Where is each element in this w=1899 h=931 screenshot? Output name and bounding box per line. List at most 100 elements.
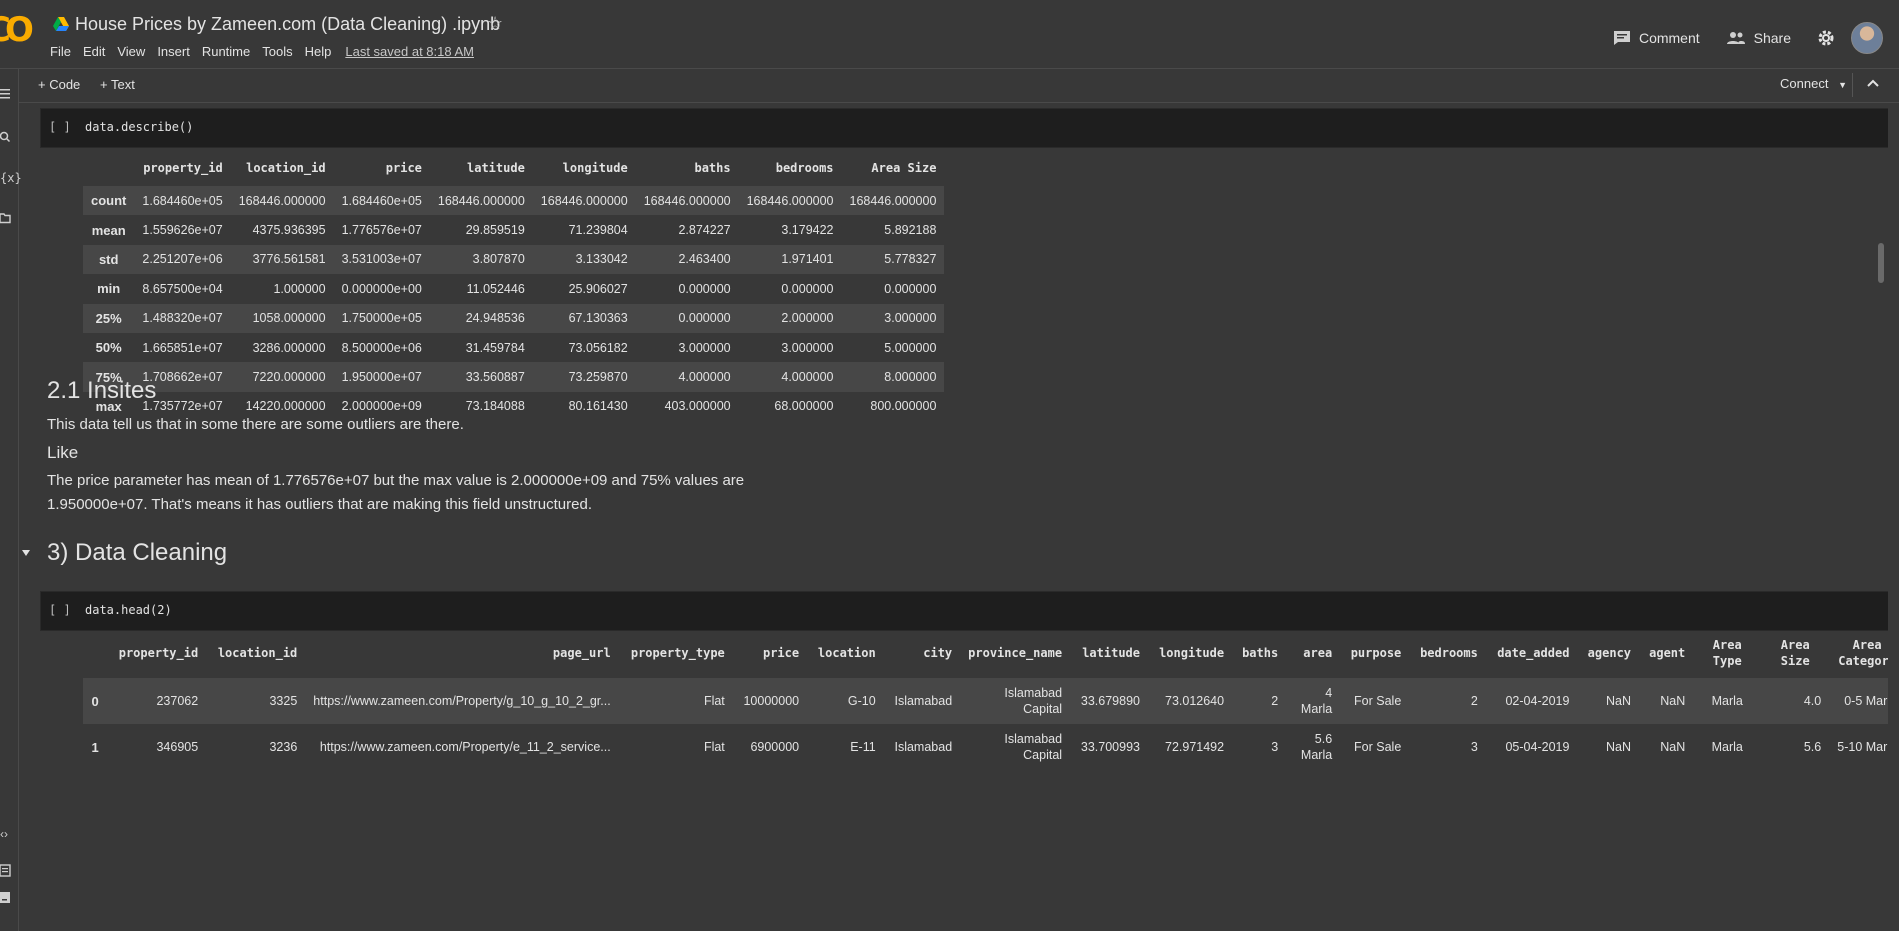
star-icon[interactable]: ☆ xyxy=(487,13,503,34)
table-cell: 2.463400 xyxy=(678,252,731,267)
share-button[interactable]: Share xyxy=(1726,30,1791,46)
table-cell: Marla xyxy=(1711,740,1743,754)
menu-runtime[interactable]: Runtime xyxy=(202,44,250,59)
table-cell: 1.684460e+05 xyxy=(341,193,422,208)
table-cell: 1.665851e+07 xyxy=(142,340,223,355)
code-text[interactable]: data.describe() xyxy=(85,120,193,134)
notebook-content: [ ] data.describe() property_id location… xyxy=(18,103,1888,931)
menu-file[interactable]: File xyxy=(50,44,71,59)
insites-heading: 2.1 Insites xyxy=(47,377,157,404)
comment-button[interactable]: Comment xyxy=(1613,30,1700,46)
table-cell: 168446.000000 xyxy=(540,193,628,208)
menu-icon[interactable] xyxy=(0,87,14,101)
table-cell: 3.000000 xyxy=(884,311,937,326)
column-header: agency xyxy=(1587,646,1632,660)
table-cell: 33.679890 xyxy=(1080,694,1140,708)
index-header xyxy=(83,150,134,186)
data-cleaning-heading: 3) Data Cleaning xyxy=(47,539,228,566)
table-cell: 3.531003e+07 xyxy=(341,252,422,267)
terminal-icon[interactable] xyxy=(0,891,14,905)
table-cell: 1.559626e+07 xyxy=(142,223,223,238)
column-header: date_added xyxy=(1497,646,1570,660)
table-cell: 10000000 xyxy=(743,694,800,708)
section-collapse-icon[interactable] xyxy=(20,547,32,559)
column-header: Area Size xyxy=(871,161,937,175)
table-cell: 3.807870 xyxy=(472,252,525,267)
gear-icon[interactable] xyxy=(1817,29,1835,47)
run-cell-button[interactable]: [ ] xyxy=(49,120,71,134)
table-cell: NaN xyxy=(1660,694,1686,708)
table-cell: 168446.000000 xyxy=(238,193,326,208)
column-header: price xyxy=(762,646,800,660)
command-palette-icon[interactable] xyxy=(0,864,14,878)
table-header-row: property_id location_id page_url property_t… xyxy=(83,628,1888,678)
table-cell: 8.500000e+06 xyxy=(341,340,422,355)
menu-view[interactable]: View xyxy=(117,44,145,59)
left-sidebar: {x} ‹› xyxy=(0,69,22,931)
table-cell: 73.259870 xyxy=(568,370,628,385)
row-label: min xyxy=(97,281,121,297)
table-cell: 31.459784 xyxy=(465,340,525,355)
table-cell: 0-5 Marla xyxy=(1844,694,1888,708)
column-header: location xyxy=(817,646,876,660)
variables-icon[interactable]: {x} xyxy=(0,171,22,185)
connect-button[interactable]: Connect ▼ xyxy=(1780,76,1847,91)
table-cell: 4375.936395 xyxy=(252,223,326,238)
row-label: 50% xyxy=(95,340,122,356)
last-saved-link[interactable]: Last saved at 8:18 AM xyxy=(345,44,474,59)
column-header: city xyxy=(923,646,953,660)
table-cell: 8.000000 xyxy=(884,370,937,385)
table-row: count 1.684460e+05 168446.000000 1.684460e+… xyxy=(83,186,945,216)
table-cell: 2.251207e+06 xyxy=(142,252,223,267)
folder-icon[interactable] xyxy=(0,211,14,225)
table-cell: 5.892188 xyxy=(884,223,937,238)
column-header: Area Size xyxy=(1780,638,1810,668)
column-header: bedrooms xyxy=(1420,646,1478,660)
menu-help[interactable]: Help xyxy=(305,44,332,59)
insites-paragraph: This data tell us that in some there are… xyxy=(47,416,464,433)
table-cell: For Sale xyxy=(1354,694,1402,708)
table-cell: 29.859519 xyxy=(465,223,525,238)
add-text-button[interactable]: + Text xyxy=(100,77,135,92)
table-cell: 4.000000 xyxy=(781,370,834,385)
avatar[interactable] xyxy=(1851,22,1883,54)
scrollbar[interactable] xyxy=(1878,243,1884,283)
table-cell: Islamabad xyxy=(894,694,953,708)
table-row: 1 346905 3236 https://www.zameen.com/Proper… xyxy=(83,724,1888,770)
code-cell[interactable]: [ ] data.head(2) xyxy=(40,591,1888,631)
code-text[interactable]: data.head(2) xyxy=(85,603,172,617)
people-icon xyxy=(1726,32,1745,44)
head-table: property_id location_id page_url property_t… xyxy=(83,628,1888,770)
chevron-up-icon[interactable] xyxy=(1865,75,1881,91)
notebook-title[interactable]: House Prices by Zameen.com (Data Cleanin… xyxy=(75,14,500,35)
comment-label: Comment xyxy=(1638,30,1700,46)
column-header: purpose xyxy=(1350,646,1402,660)
column-header: property_type xyxy=(630,646,725,660)
add-code-button[interactable]: + Code xyxy=(38,77,80,92)
menu-edit[interactable]: Edit xyxy=(83,44,105,59)
menu-tools[interactable]: Tools xyxy=(262,44,292,59)
colab-logo[interactable]: CO xyxy=(0,10,38,54)
connect-label: Connect xyxy=(1780,76,1829,91)
menu-insert[interactable]: Insert xyxy=(157,44,190,59)
run-cell-button[interactable]: [ ] xyxy=(49,603,71,617)
column-header: agent xyxy=(1649,646,1686,660)
code-cell[interactable]: [ ] data.describe() xyxy=(40,108,1888,148)
search-icon[interactable] xyxy=(0,131,14,145)
table-cell: 73.056182 xyxy=(568,340,628,355)
table-cell: 5.000000 xyxy=(884,340,937,355)
code-snippets-icon[interactable]: ‹› xyxy=(0,827,14,841)
table-cell: 3 xyxy=(1470,740,1478,754)
table-cell: 33.700993 xyxy=(1080,740,1140,754)
price-paragraph: The price parameter has mean of 1.776576… xyxy=(47,472,745,513)
table-cell: 168446.000000 xyxy=(437,193,525,208)
table-cell: 72.971492 xyxy=(1165,740,1225,754)
column-header: longitude xyxy=(1159,646,1225,660)
table-cell: E-11 xyxy=(850,740,876,754)
table-cell: 2 xyxy=(1271,694,1279,708)
column-header: baths xyxy=(694,161,731,175)
table-cell: Islamabad Capital xyxy=(1004,732,1063,762)
table-cell: 3286.000000 xyxy=(252,340,326,355)
table-cell: 168446.000000 xyxy=(746,193,834,208)
table-cell: Islamabad xyxy=(894,740,953,754)
